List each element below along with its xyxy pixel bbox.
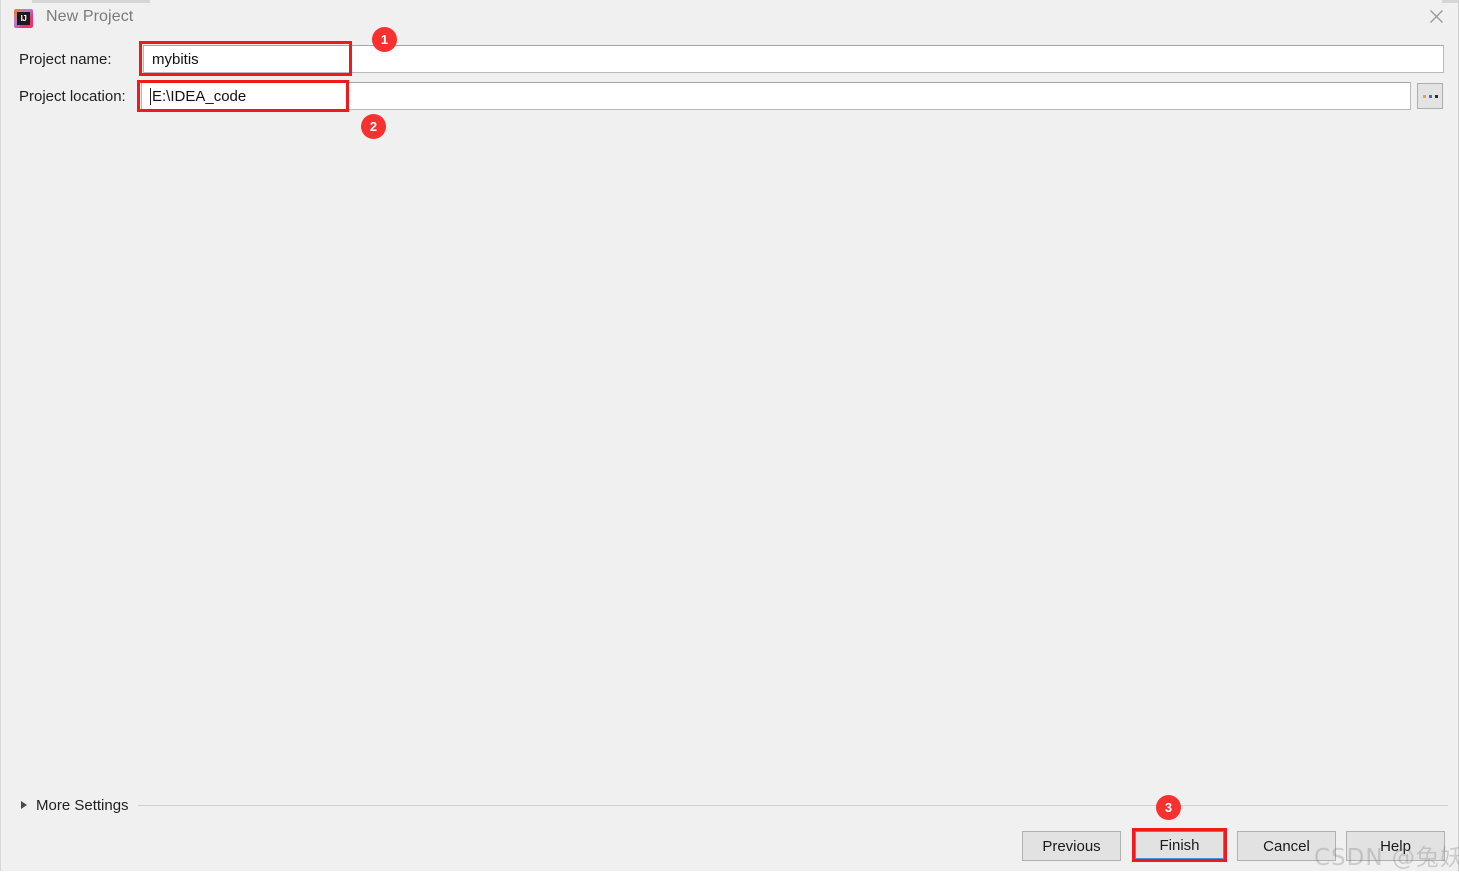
annotation-badge-1: 1 bbox=[372, 27, 397, 52]
project-location-label: Project location: bbox=[19, 88, 126, 105]
chevron-right-icon bbox=[21, 801, 27, 809]
project-location-input[interactable]: E:\IDEA_code bbox=[141, 82, 1411, 110]
ellipsis-icon-dot-1 bbox=[1422, 94, 1426, 98]
cancel-button[interactable]: Cancel bbox=[1237, 831, 1336, 861]
title-bar: IJ New Project bbox=[1, 0, 1459, 36]
intellij-idea-icon: IJ bbox=[14, 9, 33, 28]
annotation-badge-3: 3 bbox=[1156, 795, 1181, 820]
intellij-idea-icon-label: IJ bbox=[20, 14, 27, 23]
project-location-value: E:\IDEA_code bbox=[152, 87, 247, 105]
more-settings-toggle[interactable]: More Settings bbox=[21, 796, 129, 814]
close-icon[interactable] bbox=[1413, 0, 1459, 33]
help-button[interactable]: Help bbox=[1346, 831, 1445, 861]
new-project-dialog: IJ New Project Project name: mybitis Pro… bbox=[0, 0, 1459, 871]
browse-location-button[interactable] bbox=[1417, 83, 1443, 109]
page-title: New Project bbox=[46, 8, 134, 25]
text-caret bbox=[150, 87, 151, 105]
project-name-label: Project name: bbox=[19, 51, 112, 68]
finish-button[interactable]: Finish bbox=[1134, 830, 1225, 860]
ellipsis-icon-dot-2 bbox=[1428, 94, 1432, 98]
project-name-input[interactable]: mybitis bbox=[143, 45, 1444, 73]
project-name-value: mybitis bbox=[152, 50, 199, 68]
previous-button[interactable]: Previous bbox=[1022, 831, 1121, 861]
ellipsis-icon-dot-3 bbox=[1434, 94, 1438, 98]
more-settings-separator bbox=[138, 805, 1448, 806]
annotation-badge-2: 2 bbox=[361, 114, 386, 139]
more-settings-label: More Settings bbox=[36, 796, 129, 814]
